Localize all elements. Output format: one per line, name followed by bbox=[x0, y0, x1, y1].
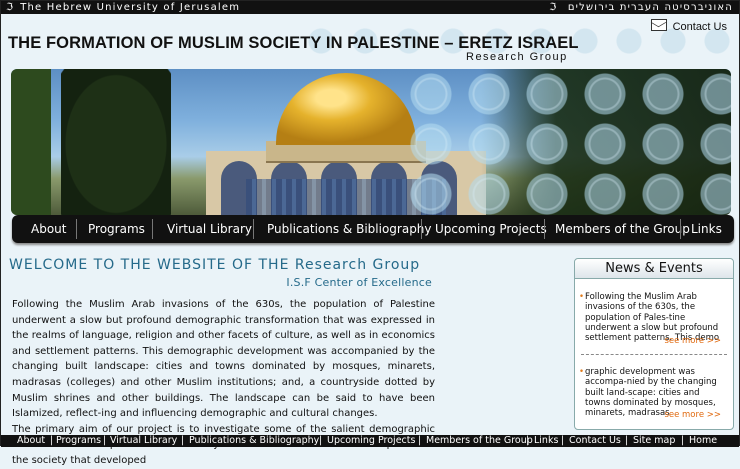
university-name-hebrew[interactable]: האוניברסיטה העברית בירושלים ℑ bbox=[549, 1, 733, 14]
nav-item-about[interactable]: About bbox=[31, 222, 66, 236]
footer-link-publications[interactable]: Publications & Bibliography bbox=[189, 435, 319, 447]
footer-link-links[interactable]: Links bbox=[534, 435, 558, 447]
main-navigation: About Programs Virtual Library Publicati… bbox=[12, 215, 734, 243]
tree-graphic bbox=[11, 69, 51, 215]
news-divider bbox=[581, 354, 727, 355]
nav-separator bbox=[76, 219, 77, 239]
golden-dome-graphic bbox=[276, 73, 416, 145]
nav-item-members[interactable]: Members of the Group bbox=[555, 222, 690, 236]
footer-separator: | bbox=[681, 435, 685, 446]
news-events-panel: News & Events • Following the Muslim Ara… bbox=[574, 258, 734, 430]
university-name-english[interactable]: ℑ The Hebrew University of Jerusalem bbox=[6, 1, 240, 14]
footer-link-members[interactable]: Members of the Group bbox=[426, 435, 533, 447]
footer-link-home[interactable]: Home bbox=[689, 435, 717, 447]
footer-separator: | bbox=[561, 435, 565, 446]
bullet-icon: • bbox=[579, 367, 585, 377]
footer-separator: | bbox=[526, 435, 530, 446]
footer-link-about[interactable]: About bbox=[17, 435, 45, 447]
nav-separator bbox=[152, 219, 153, 239]
footer-link-programs[interactable]: Programs bbox=[56, 435, 101, 447]
contact-us-label: Contact Us bbox=[672, 21, 727, 33]
footer-link-site-map[interactable]: Site map bbox=[633, 435, 675, 447]
hero-banner-image bbox=[11, 69, 731, 215]
site-subtitle: Research Group bbox=[466, 51, 568, 63]
footer-separator: | bbox=[181, 435, 185, 446]
cypress-tree-graphic bbox=[61, 69, 171, 215]
nav-item-virtual-library[interactable]: Virtual Library bbox=[167, 222, 252, 236]
university-name-hebrew-text: האוניברסיטה העברית בירושלים bbox=[567, 2, 733, 13]
nav-item-publications[interactable]: Publications & Bibliography bbox=[267, 222, 432, 236]
center-of-excellence-label: I.S.F Center of Excellence bbox=[286, 276, 432, 289]
university-name-text: The Hebrew University of Jerusalem bbox=[20, 2, 241, 13]
footer-separator: | bbox=[625, 435, 629, 446]
see-more-link[interactable]: see more >> bbox=[664, 410, 721, 420]
welcome-heading: WELCOME TO THE WEBSITE OF THE Research G… bbox=[9, 257, 421, 273]
nav-item-links[interactable]: Links bbox=[691, 222, 722, 236]
news-events-title: News & Events bbox=[575, 259, 733, 279]
footer-link-upcoming-projects[interactable]: Upcoming Projects bbox=[327, 435, 415, 447]
nav-separator bbox=[253, 219, 254, 239]
see-more-link[interactable]: see more >> bbox=[664, 336, 721, 346]
footer-link-contact-us[interactable]: Contact Us bbox=[569, 435, 621, 447]
footer-navigation: About | Programs | Virtual Library | Pub… bbox=[1, 435, 739, 447]
nav-separator bbox=[680, 219, 681, 239]
bullet-icon: • bbox=[579, 292, 585, 302]
nav-item-programs[interactable]: Programs bbox=[88, 222, 145, 236]
envelope-icon bbox=[650, 19, 667, 31]
intro-paragraph: Following the Muslim Arab invasions of t… bbox=[12, 299, 435, 420]
footer-separator: | bbox=[103, 435, 107, 446]
footer-separator: | bbox=[50, 435, 54, 446]
contact-us-link[interactable]: Contact Us bbox=[650, 19, 727, 33]
nav-separator bbox=[544, 219, 545, 239]
nav-item-upcoming-projects[interactable]: Upcoming Projects bbox=[435, 222, 547, 236]
top-bar: ℑ The Hebrew University of Jerusalem האונ… bbox=[1, 1, 739, 14]
rosette-pattern-graphic bbox=[406, 69, 731, 215]
university-logo-icon: ℑ bbox=[6, 2, 15, 13]
footer-separator: | bbox=[418, 435, 422, 446]
footer-separator: | bbox=[319, 435, 323, 446]
nav-separator bbox=[421, 219, 422, 239]
footer-link-virtual-library[interactable]: Virtual Library bbox=[110, 435, 177, 447]
university-logo-icon-right: ℑ bbox=[549, 2, 558, 13]
